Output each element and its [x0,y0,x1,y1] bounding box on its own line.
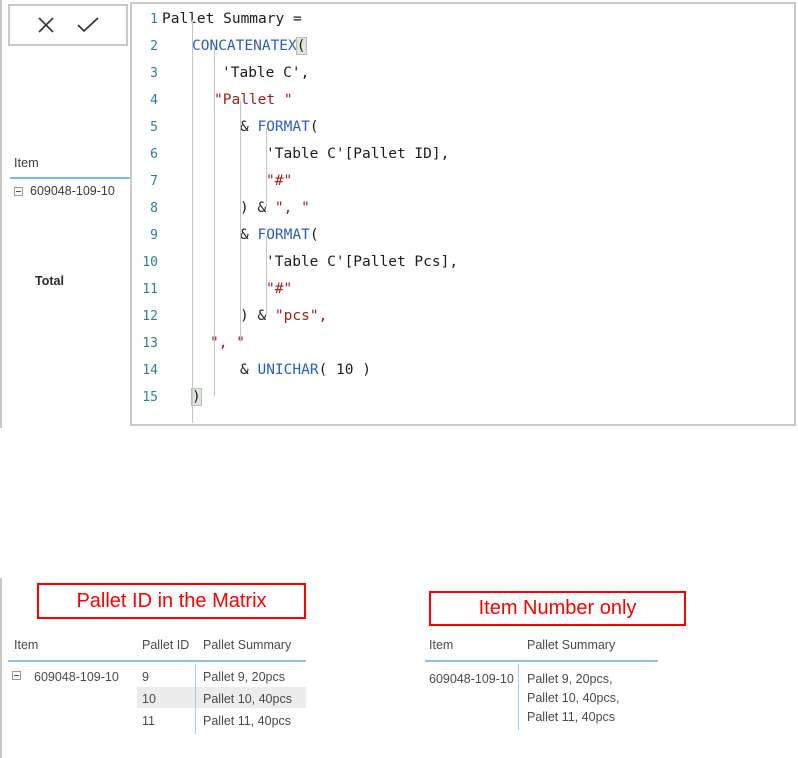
code-token: ) [191,388,202,406]
editor-code-line[interactable]: ) [191,384,202,411]
editor-code-line[interactable]: & FORMAT( [240,222,319,249]
editor-indent-guide [266,128,267,207]
editor-line-number: 11 [142,282,158,297]
code-token: 'Table C', [222,65,310,81]
matrix-visual-with-pallet-id[interactable]: Item Pallet ID Pallet Summary 609048-109-10… [0,630,330,750]
cell-item: 609048-109-10 [34,670,119,684]
code-token: ) & [240,200,275,216]
matrix-visual-item-only[interactable]: Item Pallet Summary 609048-109-10 Pallet 9,… [415,630,745,750]
code-token: ", " [274,200,310,216]
editor-line-number: 2 [150,39,158,54]
matrix-column-header-item: Item [14,156,39,170]
column-header-pallet-summary: Pallet Summary [203,638,292,652]
code-token: 'Table C'[Pallet ID], [266,146,450,162]
editor-code-line[interactable]: CONCATENATEX( [192,33,307,60]
column-header-pallet-summary: Pallet Summary [527,638,616,652]
code-token: Pallet Summary = [162,11,302,27]
formula-bar-actions [8,4,128,46]
code-token: "Pallet " [214,92,293,108]
close-icon[interactable] [35,14,57,36]
editor-code-line[interactable]: ) & ", " [240,195,310,222]
code-token: "#" [266,173,293,189]
matrix-visual-top-left[interactable]: Item 609048-109-10 Total [2,46,134,426]
editor-line-number: 3 [150,66,158,81]
editor-line-number: 7 [150,174,158,189]
matrix-row-value: 609048-109-10 [30,184,115,198]
code-token: ( [295,37,307,55]
cell-pallet-summary-line: Pallet 9, 20pcs, [527,672,613,686]
matrix-header-rule [10,177,134,179]
cell-pallet-summary-line: Pallet 10, 40pcs, [527,691,620,705]
code-token: "pcs", [274,308,328,324]
editor-code-line[interactable]: & FORMAT( [240,114,319,141]
cell-pallet-summary: Pallet 11, 40pcs [203,714,292,728]
code-token: CONCATENATEX [192,38,297,54]
column-header-item: Item [429,638,454,652]
editor-code-line[interactable]: Pallet Summary = [162,6,302,33]
row-expander-icon[interactable] [12,671,21,680]
code-token: 'Table C'[Pallet Pcs], [266,254,459,270]
code-token: UNICHAR [257,362,319,378]
editor-code-line[interactable]: & UNICHAR( 10 ) [240,357,371,384]
code-token: ) & [240,308,275,324]
annotation-callout-right-text: Item Number only [478,597,637,619]
cell-pallet-id: 10 [142,692,156,706]
editor-code-line[interactable]: ) & "pcs", [240,303,327,330]
cell-pallet-summary-line: Pallet 11, 40pcs [527,710,616,724]
column-header-item: Item [14,638,39,652]
dax-formula-editor[interactable]: 1 2 3 4 5 6 7 8 9 10 11 12 13 14 15 Pallet Summary = CO… [130,2,796,426]
editor-line-number: 15 [142,390,158,405]
cell-pallet-id: 9 [142,670,149,684]
editor-code-line[interactable]: "Pallet " [214,87,293,114]
code-token: "#" [266,281,293,297]
cell-pallet-summary: Pallet 10, 40pcs [203,692,292,706]
cell-pallet-id: 11 [142,714,155,728]
code-token: ( [309,119,319,135]
editor-code-line[interactable]: 'Table C'[Pallet Pcs], [266,249,458,276]
check-icon[interactable] [75,14,101,36]
editor-line-number: 5 [150,120,158,135]
editor-code-surface[interactable]: Pallet Summary = CONCATENATEX('Table C', "… [162,4,794,424]
cell-pallet-summary: Pallet 9, 20pcs [203,670,285,684]
column-separator [195,664,196,734]
matrix-header-rule [8,660,306,662]
editor-indent-guide [240,101,241,342]
editor-indent-guide [266,236,267,315]
annotation-callout-right: Item Number only [429,591,686,626]
matrix-header-rule [425,660,658,662]
annotation-callout-left: Pallet ID in the Matrix [37,583,306,619]
column-header-pallet-id: Pallet ID [142,638,190,652]
editor-line-number: 1 [150,12,158,27]
code-token: & [240,119,258,135]
editor-code-line[interactable]: 'Table C'[Pallet ID], [266,141,449,168]
editor-code-line[interactable]: "#" [266,276,292,303]
code-token: & [240,227,258,243]
cell-item: 609048-109-10 [429,672,514,686]
editor-line-number-gutter: 1 2 3 4 5 6 7 8 9 10 11 12 13 14 15 [132,4,162,424]
editor-line-number: 6 [150,147,158,162]
editor-indent-guide [192,20,193,423]
editor-line-number: 14 [142,363,158,378]
matrix-row-item[interactable]: 609048-109-10 [14,184,115,198]
editor-line-number: 12 [142,309,158,324]
editor-code-line[interactable]: 'Table C', [222,60,309,87]
editor-indent-guide [214,47,215,396]
row-expander-icon[interactable] [14,186,23,196]
editor-line-number: 10 [142,255,158,270]
editor-line-number: 8 [150,201,158,216]
editor-code-line[interactable]: "#" [266,168,292,195]
code-token: & [240,362,258,378]
code-token: ( [309,227,319,243]
column-separator [518,664,519,730]
editor-line-number: 13 [142,336,158,351]
matrix-total-label: Total [35,274,64,288]
editor-line-number: 9 [150,228,158,243]
code-token: ( 10 ) [318,362,371,378]
annotation-callout-left-text: Pallet ID in the Matrix [76,589,267,612]
editor-line-number: 4 [150,93,158,108]
